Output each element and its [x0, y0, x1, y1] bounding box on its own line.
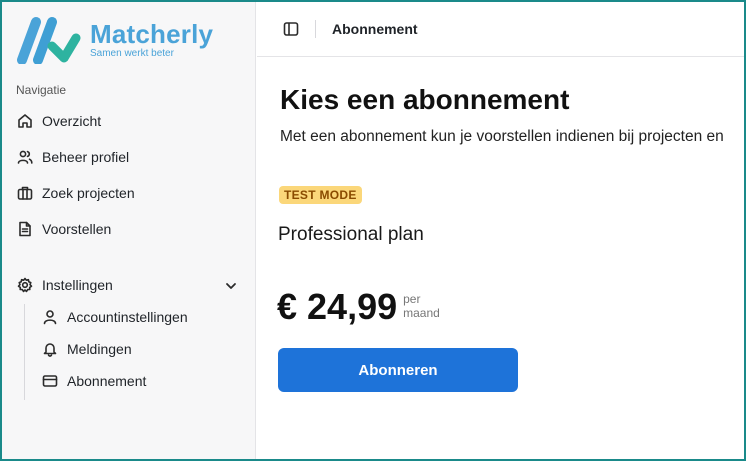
users-icon: [16, 148, 34, 166]
home-icon: [16, 112, 34, 130]
sidebar-item-label: Abonnement: [67, 373, 147, 389]
breadcrumb: Abonnement: [332, 21, 418, 37]
page-description: Met een abonnement kun je voorstellen in…: [280, 128, 724, 145]
sidebar-item-label: Overzicht: [42, 113, 102, 129]
brand-name: Matcherly: [90, 18, 214, 49]
matcherly-logo-icon: [17, 17, 81, 64]
sidebar-item-instellingen[interactable]: Instellingen: [16, 273, 113, 297]
plan-name: Professional plan: [278, 224, 424, 245]
price-period-unit: maand: [403, 306, 440, 320]
sidebar-item-voorstellen[interactable]: Voorstellen: [16, 217, 111, 241]
submenu-divider: [24, 304, 25, 400]
sidebar-item-label: Voorstellen: [42, 221, 112, 237]
price-period-per: per: [403, 292, 421, 306]
gear-icon: [16, 276, 34, 294]
sidebar-item-label: Zoek projecten: [42, 185, 135, 201]
briefcase-icon: [16, 184, 34, 202]
main-content: Kies een abonnement Met een abonnement k…: [257, 58, 744, 459]
price-period: per maand: [403, 292, 440, 320]
test-mode-badge: TEST MODE: [279, 186, 362, 204]
document-icon: [16, 220, 34, 238]
user-icon: [41, 308, 59, 326]
sidebar-item-label: Beheer profiel: [42, 149, 130, 165]
sidebar-toggle-icon[interactable]: [281, 19, 301, 39]
price-amount: € 24,99: [277, 286, 398, 327]
subscribe-button[interactable]: Abonneren: [278, 348, 518, 392]
sidebar-item-label: Meldingen: [67, 341, 132, 357]
sidebar-item-abonnement[interactable]: Abonnement: [41, 369, 146, 393]
brand-logo[interactable]: Matcherly Samen werkt beter: [16, 16, 213, 64]
sidebar-item-label: Instellingen: [42, 277, 113, 293]
sidebar-item-label: Accountinstellingen: [67, 309, 188, 325]
top-bar: Abonnement: [257, 2, 744, 57]
page-title: Kies een abonnement: [280, 84, 570, 115]
sidebar-item-zoek-projecten[interactable]: Zoek projecten: [16, 181, 135, 205]
bell-icon: [41, 340, 59, 358]
chevron-down-icon[interactable]: [222, 277, 240, 295]
credit-card-icon: [41, 372, 59, 390]
brand-tagline: Samen werkt beter: [90, 47, 174, 59]
nav-heading: Navigatie: [16, 83, 67, 97]
header-divider: [315, 20, 316, 38]
price-block: € 24,99 per maand: [277, 286, 440, 328]
sidebar-item-beheer-profiel[interactable]: Beheer profiel: [16, 145, 129, 169]
sidebar-item-meldingen[interactable]: Meldingen: [41, 337, 132, 361]
sidebar-item-accountinstellingen[interactable]: Accountinstellingen: [41, 305, 188, 329]
sidebar: Matcherly Samen werkt beter Navigatie Ov…: [2, 2, 256, 459]
sidebar-item-overzicht[interactable]: Overzicht: [16, 109, 101, 133]
